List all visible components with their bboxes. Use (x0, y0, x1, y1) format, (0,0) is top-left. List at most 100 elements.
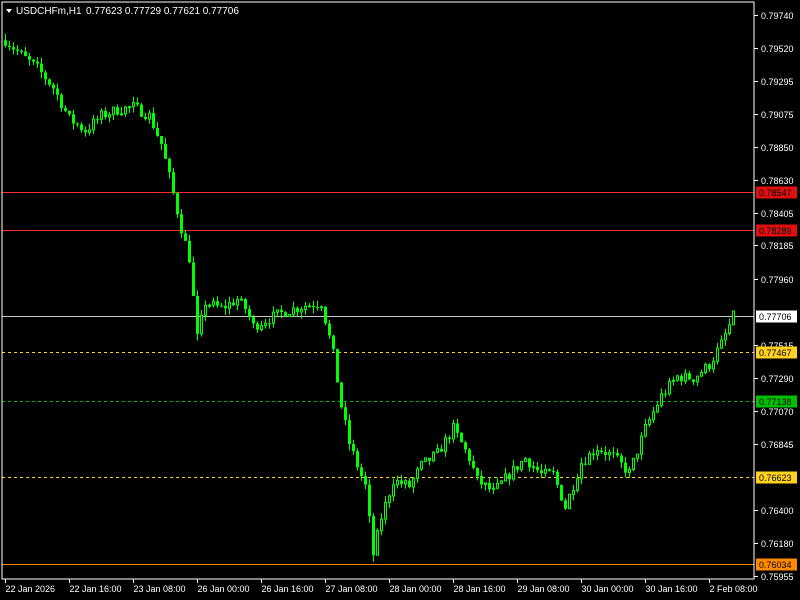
candle-body-32 (132, 102, 135, 108)
candle-body-165 (664, 393, 667, 395)
candle-body-129 (520, 461, 523, 471)
x-tick-label-7: 28 Jan 16:00 (454, 584, 506, 594)
candle-body-49 (200, 314, 203, 335)
candle-body-115 (464, 442, 467, 450)
candle-body-120 (484, 482, 487, 485)
candle-body-65 (264, 322, 267, 327)
candle-body-18 (76, 123, 79, 125)
y-tick-label-11: 0.77070 (761, 407, 794, 417)
candle-body-47 (192, 262, 195, 297)
candle-body-87 (352, 444, 355, 452)
candle-body-2 (12, 47, 15, 50)
y-tick-label-12: 0.76845 (761, 440, 794, 450)
candle-body-162 (652, 411, 655, 421)
candle-body-37 (152, 113, 155, 129)
candle-body-166 (668, 380, 671, 395)
candle-body-96 (388, 495, 391, 503)
candle-body-4 (20, 50, 23, 52)
candle-body-43 (176, 193, 179, 215)
candle-body-68 (276, 309, 279, 313)
candle-body-106 (428, 457, 431, 461)
candle-body-131 (528, 458, 531, 468)
candle-175 (704, 362, 707, 375)
candle-body-24 (100, 110, 103, 120)
candle-body-138 (556, 471, 559, 485)
candle-body-7 (32, 59, 35, 62)
candle-body-171 (688, 373, 691, 380)
candle-body-170 (684, 372, 687, 382)
candle-body-0 (4, 40, 7, 46)
candle-83 (336, 348, 339, 383)
level-tag-label-3: 0.77467 (759, 348, 792, 358)
candle-body-58 (236, 299, 239, 306)
candle-body-156 (628, 468, 631, 474)
candle-body-116 (468, 449, 471, 461)
candle-84 (340, 381, 343, 409)
candle-body-3 (16, 49, 19, 51)
candle-body-98 (396, 479, 399, 486)
candle-body-35 (144, 116, 147, 120)
candle-body-174 (700, 372, 703, 377)
candle-body-40 (164, 144, 167, 159)
candle-body-20 (84, 130, 87, 133)
x-tick-label-6: 28 Jan 00:00 (390, 584, 442, 594)
candle-body-164 (660, 393, 663, 406)
candle-body-169 (680, 375, 683, 382)
candle-body-21 (88, 129, 91, 133)
candle-body-29 (120, 113, 123, 116)
candle-body-89 (360, 467, 363, 477)
candle-80 (324, 306, 327, 326)
candle-168 (676, 374, 679, 382)
candle-71 (288, 314, 291, 318)
chart-header: USDCHFm,H1 0.77623 0.77729 0.77621 0.777… (6, 6, 239, 17)
candle-body-15 (64, 108, 67, 111)
ohlc-readout: 0.77623 0.77729 0.77621 0.77706 (86, 6, 239, 17)
candle-body-62 (252, 317, 255, 324)
candle-48 (196, 290, 199, 341)
x-tick-label-2: 23 Jan 08:00 (134, 584, 186, 594)
candle-body-143 (576, 478, 579, 491)
level-tag-label-6: 0.76034 (759, 560, 792, 570)
candle-body-45 (184, 233, 187, 241)
candle-body-14 (60, 94, 63, 109)
price-chart[interactable]: 0.79740 0.79520 0.79295 0.79075 0.78850 0.786… (0, 0, 800, 600)
y-tick-label-2: 0.79295 (761, 77, 794, 87)
candle-105 (424, 457, 427, 463)
candle-body-141 (568, 493, 571, 510)
candle-body-114 (460, 432, 463, 443)
candle-body-70 (284, 312, 287, 317)
candle-body-60 (244, 299, 247, 310)
level-tag-label-1: 0.78289 (759, 226, 792, 236)
candle-body-153 (616, 453, 619, 456)
candle-141 (568, 493, 571, 510)
candle-body-109 (440, 448, 443, 452)
candle-body-150 (604, 452, 607, 455)
candle-182 (732, 310, 735, 326)
candle-body-28 (116, 107, 119, 115)
y-tick-label-3: 0.79075 (761, 110, 794, 120)
candle-body-105 (424, 457, 427, 462)
candle-body-130 (524, 457, 527, 463)
candle-body-11 (48, 79, 51, 85)
candle-34 (140, 102, 143, 118)
candle-body-137 (552, 471, 555, 473)
candle-body-163 (656, 404, 659, 413)
candle-body-111 (448, 437, 451, 439)
candle-body-56 (228, 302, 231, 309)
candle-body-55 (224, 305, 227, 309)
candle-body-145 (584, 463, 587, 465)
y-tick-label-14: 0.76180 (761, 539, 794, 549)
candle-body-91 (368, 484, 371, 517)
candle-body-19 (80, 124, 83, 131)
candle-body-54 (220, 305, 223, 307)
candle-body-127 (512, 465, 515, 480)
candle-body-95 (384, 501, 387, 520)
candle-body-61 (248, 309, 251, 318)
candle-body-8 (36, 61, 39, 64)
y-tick-label-8: 0.77960 (761, 275, 794, 285)
candle-body-180 (724, 332, 727, 341)
candle-114 (460, 432, 463, 443)
candle-body-16 (68, 110, 71, 115)
candle-body-88 (356, 451, 359, 468)
candle-body-30 (124, 106, 127, 115)
